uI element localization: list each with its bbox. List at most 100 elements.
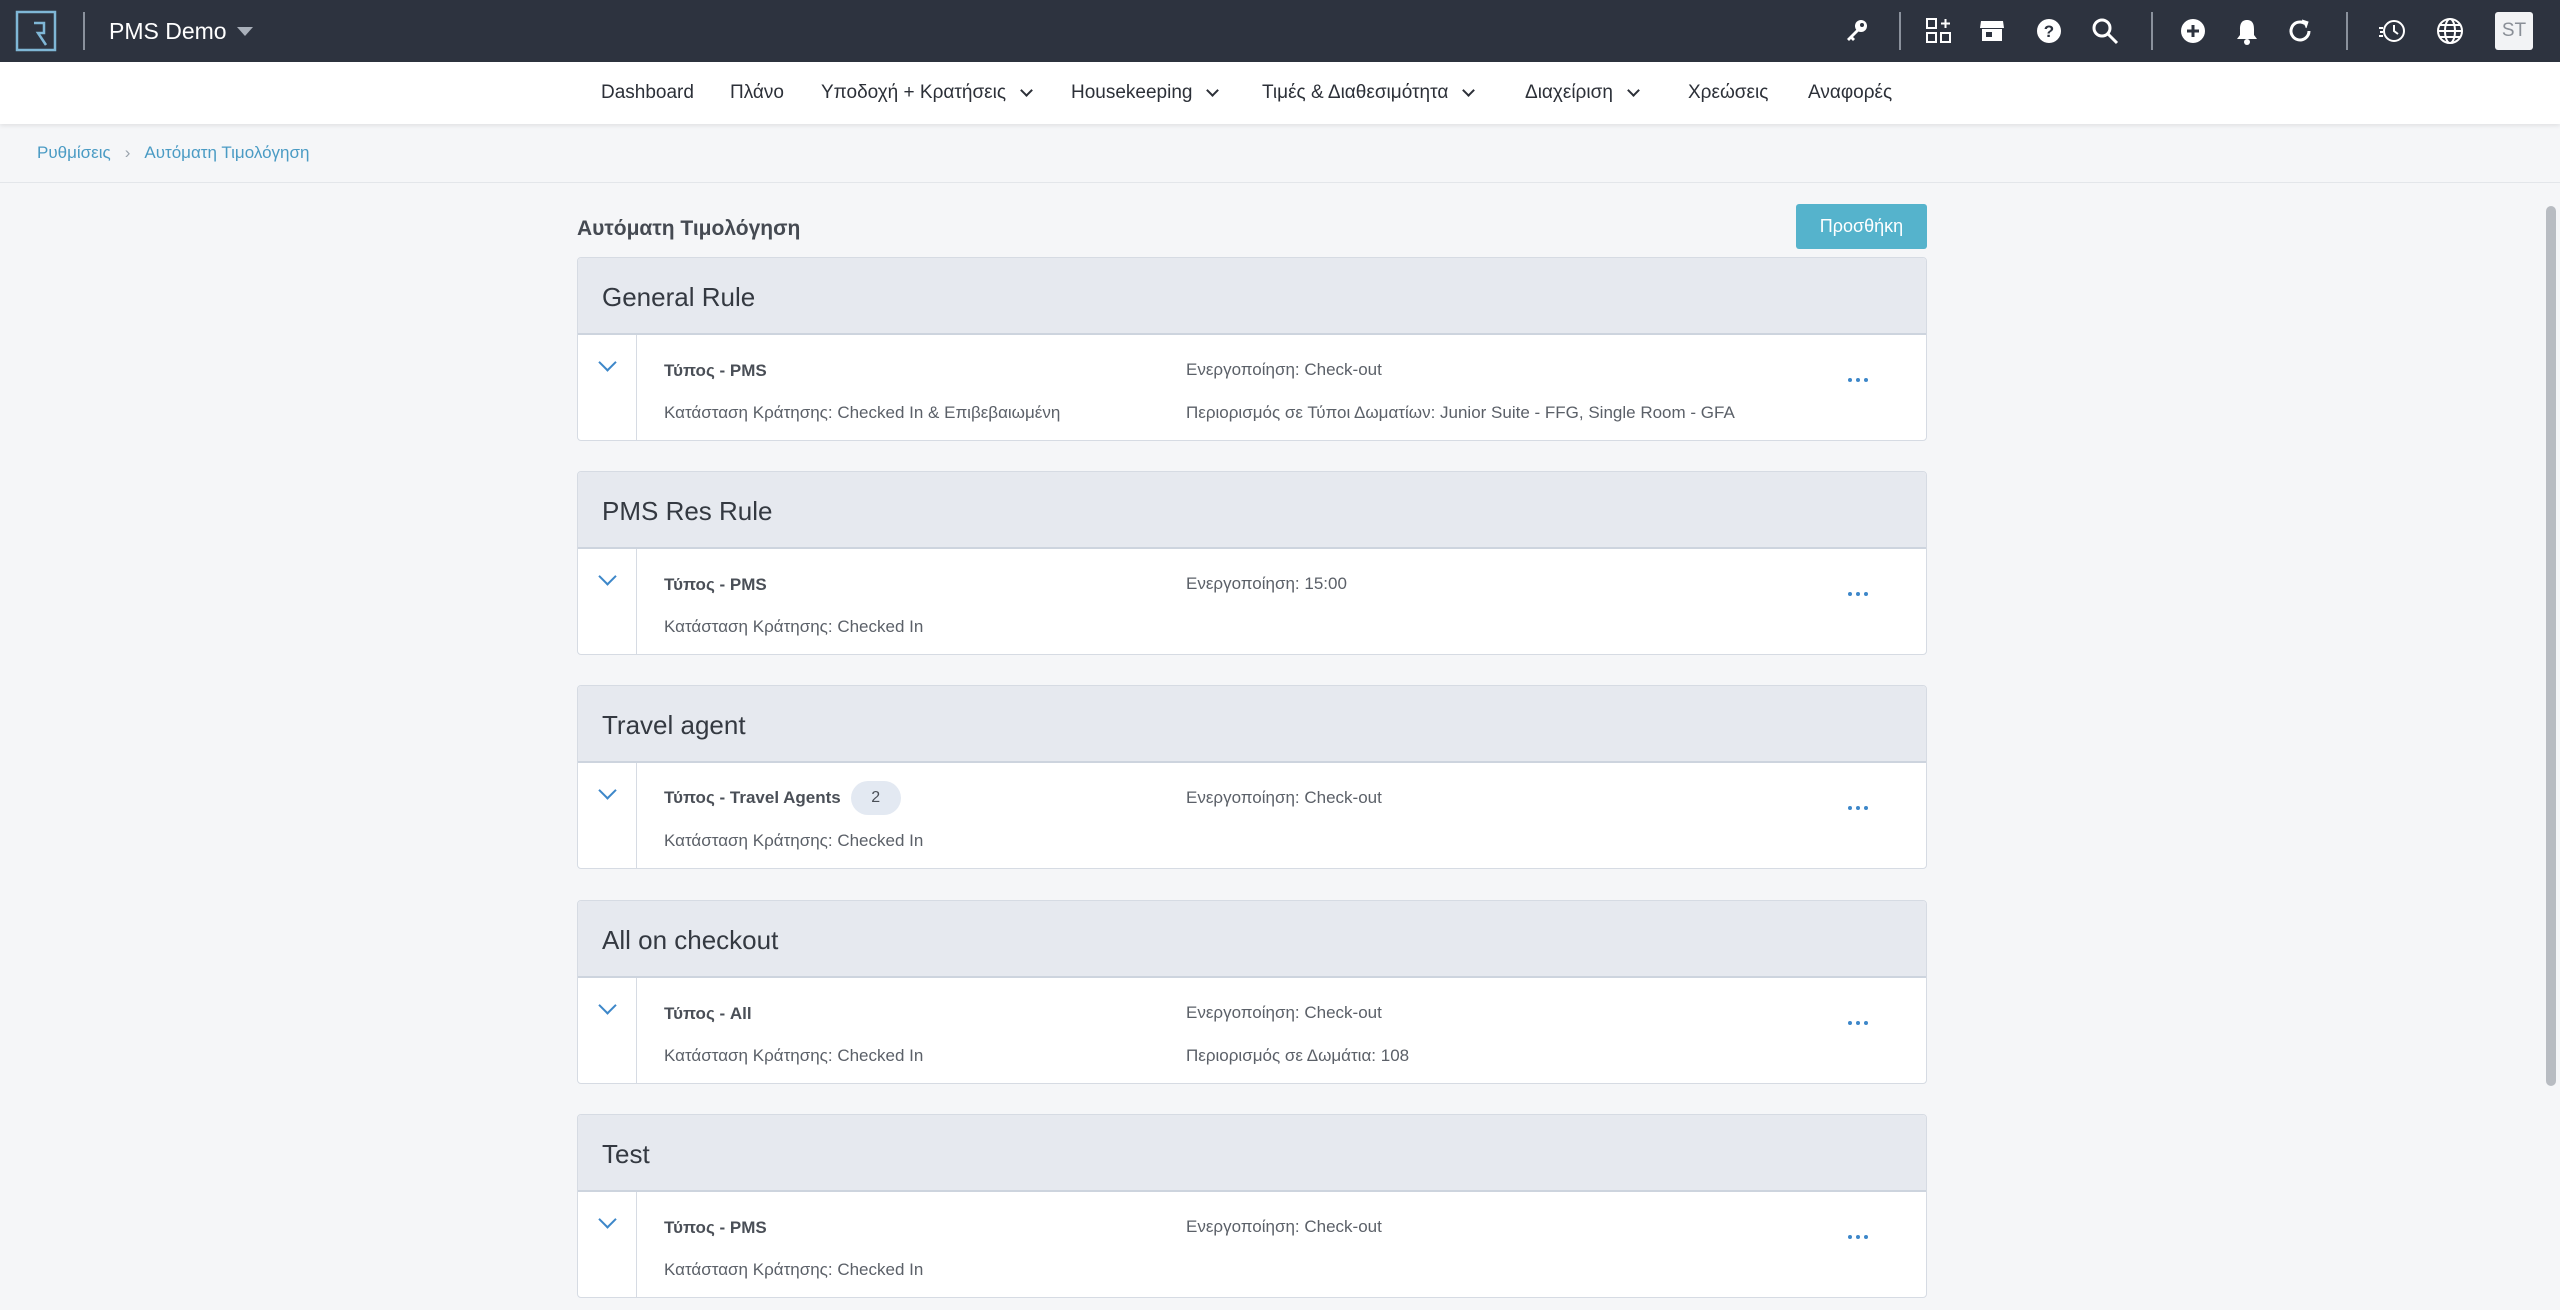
topbar-divider <box>2346 12 2348 50</box>
svg-text:?: ? <box>2044 22 2054 41</box>
rule-reservation-status: Κατάσταση Κράτησης: Checked In <box>664 1046 924 1065</box>
more-options-icon[interactable] <box>1838 1222 1878 1252</box>
rule-card: General Rule Τύπος - PMS Κατάσταση Κράτη… <box>577 257 1927 441</box>
expand-toggle[interactable] <box>578 763 637 868</box>
chevron-down-icon <box>598 996 617 1015</box>
rule-body: Τύπος - PMS Κατάσταση Κράτησης: Checked … <box>578 1192 1926 1297</box>
nav-item-label: Πλάνο <box>730 82 784 103</box>
globe-icon[interactable] <box>2433 14 2467 48</box>
rule-name: Test <box>602 1139 650 1169</box>
rule-type-label: Τύπος - PMS <box>664 1218 767 1237</box>
rule-card: PMS Res Rule Τύπος - PMS Κατάσταση Κράτη… <box>577 471 1927 655</box>
expand-toggle[interactable] <box>578 549 637 654</box>
scrollbar[interactable] <box>2546 206 2556 1086</box>
rule-name: General Rule <box>602 282 756 312</box>
rule-activation: Ενεργοποίηση: Check-out <box>1186 1217 1382 1236</box>
property-switcher[interactable]: PMS Demo <box>109 14 253 48</box>
rule-activation: Ενεργοποίηση: Check-out <box>1186 1003 1382 1022</box>
nav-item-management[interactable]: Διαχείριση <box>1525 78 1640 108</box>
rule-activation: Ενεργοποίηση: Check-out <box>1186 360 1382 379</box>
top-bar: PMS Demo ? ST <box>0 0 2560 62</box>
topbar-divider <box>2151 12 2153 50</box>
history-clock-icon[interactable] <box>2375 14 2409 48</box>
key-icon[interactable] <box>1839 14 1873 48</box>
breadcrumb-auto-invoicing[interactable]: Αυτόματη Τιμολόγηση <box>144 143 309 163</box>
rule-type: Τύπος - PMS <box>664 1218 767 1238</box>
main-nav: Dashboard Πλάνο Υποδοχή + Κρατήσεις Hous… <box>0 62 2560 124</box>
nav-item-label: Υποδοχή + Κρατήσεις <box>821 82 1007 103</box>
rule-reservation-status: Κατάσταση Κράτησης: Checked In <box>664 617 924 636</box>
rule-activation: Ενεργοποίηση: Check-out <box>1186 788 1382 807</box>
more-options-icon[interactable] <box>1838 1008 1878 1038</box>
rule-type: Τύπος - Travel Agents 2 <box>664 781 901 815</box>
topbar-divider <box>83 12 85 50</box>
rule-activation: Ενεργοποίηση: 15:00 <box>1186 574 1347 593</box>
nav-item-label: Διαχείριση <box>1525 82 1613 103</box>
topbar-divider <box>1899 12 1901 50</box>
rule-card: Test Τύπος - PMS Κατάσταση Κράτησης: Che… <box>577 1114 1927 1298</box>
breadcrumb-chevron-icon: › <box>124 143 131 162</box>
nav-item-rates-availability[interactable]: Τιμές & Διαθεσιμότητα <box>1262 78 1476 108</box>
property-name: PMS Demo <box>109 17 227 44</box>
rule-restriction: Περιορισμός σε Δωμάτια: 108 <box>1186 1046 1410 1065</box>
expand-toggle[interactable] <box>578 335 637 440</box>
nav-item-label: Τιμές & Διαθεσιμότητα <box>1262 82 1449 103</box>
more-options-icon[interactable] <box>1838 793 1878 823</box>
rule-card: Travel agent Τύπος - Travel Agents 2 Κατ… <box>577 685 1927 869</box>
rule-type: Τύπος - PMS <box>664 361 767 381</box>
chevron-down-icon <box>598 567 617 586</box>
nav-item-reception-reservations[interactable]: Υποδοχή + Κρατήσεις <box>821 78 1033 108</box>
rule-name: Travel agent <box>602 710 746 740</box>
chevron-down-icon <box>1206 84 1220 97</box>
expand-toggle[interactable] <box>578 978 637 1083</box>
rule-type: Τύπος - PMS <box>664 575 767 595</box>
rule-body: Τύπος - All Κατάσταση Κράτησης: Checked … <box>578 978 1926 1083</box>
chevron-down-icon <box>1627 84 1640 97</box>
rule-card: All on checkout Τύπος - All Κατάσταση Κρ… <box>577 900 1927 1084</box>
add-circle-icon[interactable] <box>2176 14 2210 48</box>
app-logo-icon[interactable] <box>14 9 58 53</box>
rule-reservation-status: Κατάσταση Κράτησης: Checked In & Επιβεβα… <box>664 403 1061 422</box>
chevron-down-icon <box>598 781 617 800</box>
nav-item-label: Χρεώσεις <box>1688 82 1769 103</box>
breadcrumb-settings[interactable]: Ρυθμίσεις <box>37 143 111 163</box>
avatar[interactable]: ST <box>2495 12 2533 50</box>
refresh-icon[interactable] <box>2283 14 2317 48</box>
nav-item-label: Dashboard <box>601 82 694 103</box>
add-button[interactable]: Προσθήκη <box>1796 204 1927 249</box>
rule-type-label: Τύπος - PMS <box>664 575 767 594</box>
more-options-icon[interactable] <box>1838 579 1878 609</box>
rule-header: All on checkout <box>578 901 1926 978</box>
breadcrumb-divider <box>0 182 2560 183</box>
rule-header: Test <box>578 1115 1926 1192</box>
nav-item-dashboard[interactable]: Dashboard <box>601 78 694 108</box>
nav-item-reports[interactable]: Αναφορές <box>1808 78 1892 108</box>
rule-body: Τύπος - Travel Agents 2 Κατάσταση Κράτησ… <box>578 763 1926 868</box>
caret-down-icon <box>236 26 253 36</box>
nav-item-charges[interactable]: Χρεώσεις <box>1688 78 1768 108</box>
bell-icon[interactable] <box>2230 14 2264 48</box>
search-icon[interactable] <box>2088 14 2122 48</box>
chevron-down-icon <box>598 1210 617 1229</box>
rule-name: PMS Res Rule <box>602 496 773 526</box>
chevron-down-icon <box>598 353 617 372</box>
nav-item-label: Housekeeping <box>1071 82 1193 103</box>
rule-type-label: Τύπος - PMS <box>664 361 767 380</box>
rule-header: Travel agent <box>578 686 1926 763</box>
rule-header: General Rule <box>578 258 1926 335</box>
nav-item-housekeeping[interactable]: Housekeeping <box>1071 78 1220 108</box>
expand-toggle[interactable] <box>578 1192 637 1297</box>
help-icon[interactable]: ? <box>2032 14 2066 48</box>
rule-restriction: Περιορισμός σε Τύποι Δωματίων: Junior Su… <box>1186 403 1735 422</box>
nav-item-plan[interactable]: Πλάνο <box>730 78 784 108</box>
rule-body: Τύπος - PMS Κατάσταση Κράτησης: Checked … <box>578 335 1926 440</box>
apps-add-icon[interactable] <box>1922 14 1956 48</box>
rule-header: PMS Res Rule <box>578 472 1926 549</box>
rule-type-label: Τύπος - Travel Agents <box>664 788 841 807</box>
breadcrumb: Ρυθμίσεις › Αυτόματη Τιμολόγηση <box>37 141 309 165</box>
count-badge[interactable]: 2 <box>850 781 901 815</box>
rule-body: Τύπος - PMS Κατάσταση Κράτησης: Checked … <box>578 549 1926 654</box>
store-icon[interactable] <box>1975 14 2009 48</box>
chevron-down-icon <box>1462 84 1476 97</box>
more-options-icon[interactable] <box>1838 365 1878 395</box>
